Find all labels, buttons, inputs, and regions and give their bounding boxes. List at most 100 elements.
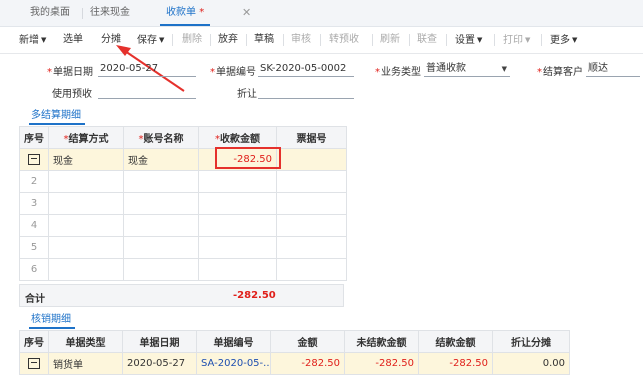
refresh-button[interactable]: 刷新	[380, 27, 400, 53]
table-row[interactable]: 6	[19, 258, 347, 281]
toolbar-divider	[246, 34, 247, 46]
bill-cell[interactable]	[276, 170, 347, 193]
row-menu-icon[interactable]	[28, 357, 40, 369]
row-index: 4	[19, 214, 49, 237]
toolbar-divider	[541, 34, 542, 46]
doc-type-cell: 销货单	[48, 352, 123, 375]
unpaid-cell: -282.50	[344, 352, 419, 375]
abandon-button[interactable]: 放弃	[218, 27, 238, 53]
customer-label: *结算客户	[537, 67, 583, 78]
method-cell[interactable]	[48, 170, 124, 193]
toolbar-divider	[372, 34, 373, 46]
col-header-index: 序号	[19, 330, 49, 353]
tab-my-desktop[interactable]: 我的桌面	[30, 0, 70, 26]
biz-type-label: *业务类型	[375, 67, 421, 78]
doc-date-cell: 2020-05-27	[122, 352, 197, 375]
settings-button[interactable]: 设置 ▼	[455, 27, 482, 53]
col-header-doc-type: 单据类型	[48, 330, 123, 353]
settlement-table: 序号 *结算方式 *账号名称 *收款金额 票据号 现金 现金 -282.50 2…	[19, 126, 347, 281]
bill-cell[interactable]	[276, 258, 347, 281]
account-cell[interactable]	[123, 192, 199, 215]
method-cell[interactable]: 现金	[48, 148, 124, 171]
tab-cash-flow[interactable]: 往来现金	[90, 0, 130, 26]
col-header-doc-date: 单据日期	[122, 330, 197, 353]
row-handle[interactable]	[19, 148, 49, 171]
discount-share-cell[interactable]: 0.00	[492, 352, 570, 375]
method-cell[interactable]	[48, 214, 124, 237]
active-tab-underline	[160, 24, 211, 26]
print-button[interactable]: 打印 ▼	[503, 27, 530, 53]
to-prepay-button[interactable]: 转预收	[329, 27, 359, 53]
close-icon: ✕	[242, 6, 252, 19]
table-row[interactable]: 销货单 2020-05-27 SA-2020-05-... -282.50 -2…	[19, 352, 570, 375]
table-row[interactable]: 现金 现金 -282.50	[19, 148, 347, 171]
method-cell[interactable]	[48, 236, 124, 259]
amount-cell[interactable]	[198, 258, 277, 281]
amount-cell[interactable]	[198, 214, 277, 237]
amount-cell[interactable]	[198, 236, 277, 259]
tab-receipt[interactable]: 收款单 *	[160, 0, 211, 26]
col-header-method: *结算方式	[48, 126, 124, 149]
draft-button[interactable]: 草稿	[254, 27, 274, 53]
toolbar-divider	[409, 34, 410, 46]
delete-button[interactable]: 删除	[182, 27, 202, 53]
row-index: 3	[19, 192, 49, 215]
row-index: 5	[19, 236, 49, 259]
new-button[interactable]: 新增 ▼	[19, 27, 46, 53]
doc-date-field[interactable]: 2020-05-27	[98, 62, 196, 77]
amount-cell: -282.50	[270, 352, 345, 375]
toolbar-divider	[494, 34, 495, 46]
toolbar-divider	[210, 34, 211, 46]
method-cell[interactable]	[48, 192, 124, 215]
more-button[interactable]: 更多 ▼	[550, 27, 577, 53]
table-row[interactable]: 5	[19, 236, 347, 259]
doc-no-field[interactable]: SK-2020-05-0002	[258, 62, 354, 77]
row-index: 6	[19, 258, 49, 281]
writeoff-table: 序号 单据类型 单据日期 单据编号 金额 未结款金额 结款金额 折让分摊 销货单…	[19, 330, 570, 375]
discount-field[interactable]	[258, 84, 354, 99]
biz-type-select[interactable]: 普通收款 ▼	[424, 62, 510, 77]
split-button[interactable]: 分摊	[101, 27, 121, 53]
tab-receipt-label: 收款单	[166, 7, 196, 18]
row-handle[interactable]	[19, 352, 49, 375]
col-header-doc-no: 单据编号	[196, 330, 271, 353]
settlement-section-title: 多结算期细	[29, 106, 85, 125]
doc-no-link[interactable]: SA-2020-05-...	[196, 352, 271, 375]
chevron-down-icon: ▼	[159, 36, 165, 44]
amount-cell[interactable]	[198, 192, 277, 215]
audit-button[interactable]: 审核	[291, 27, 311, 53]
table-row[interactable]: 4	[19, 214, 347, 237]
account-cell[interactable]	[123, 214, 199, 237]
bill-cell[interactable]	[276, 214, 347, 237]
account-cell[interactable]	[123, 170, 199, 193]
doc-date-label: *单据日期	[47, 67, 93, 78]
method-cell[interactable]	[48, 258, 124, 281]
customer-field[interactable]: 顺达	[586, 62, 640, 77]
close-tab-button[interactable]: ✕	[236, 0, 251, 26]
paid-cell[interactable]: -282.50	[418, 352, 493, 375]
account-cell[interactable]: 现金	[123, 148, 199, 171]
settlement-total-row: 合计 -282.50	[19, 284, 344, 307]
row-index: 2	[19, 170, 49, 193]
amount-cell[interactable]	[198, 170, 277, 193]
select-doc-button[interactable]: 选单	[63, 27, 83, 53]
account-cell[interactable]	[123, 236, 199, 259]
bill-cell[interactable]	[276, 236, 347, 259]
chevron-down-icon: ▼	[572, 36, 578, 44]
chevron-down-icon: ▼	[525, 36, 531, 44]
bill-cell[interactable]	[276, 192, 347, 215]
row-menu-icon[interactable]	[28, 153, 40, 165]
chevron-down-icon: ▼	[501, 65, 507, 73]
save-button[interactable]: 保存 ▼	[137, 27, 164, 53]
total-label: 合计	[25, 294, 45, 305]
amount-highlight-box	[215, 147, 281, 169]
toolbar-divider	[172, 34, 173, 46]
link-query-button[interactable]: 联查	[417, 27, 437, 53]
col-header-paid: 结款金额	[418, 330, 493, 353]
use-prepay-field[interactable]	[98, 84, 196, 99]
table-row[interactable]: 2	[19, 170, 347, 193]
chevron-down-icon: ▼	[477, 36, 483, 44]
table-row[interactable]: 3	[19, 192, 347, 215]
bill-cell[interactable]	[276, 148, 347, 171]
account-cell[interactable]	[123, 258, 199, 281]
